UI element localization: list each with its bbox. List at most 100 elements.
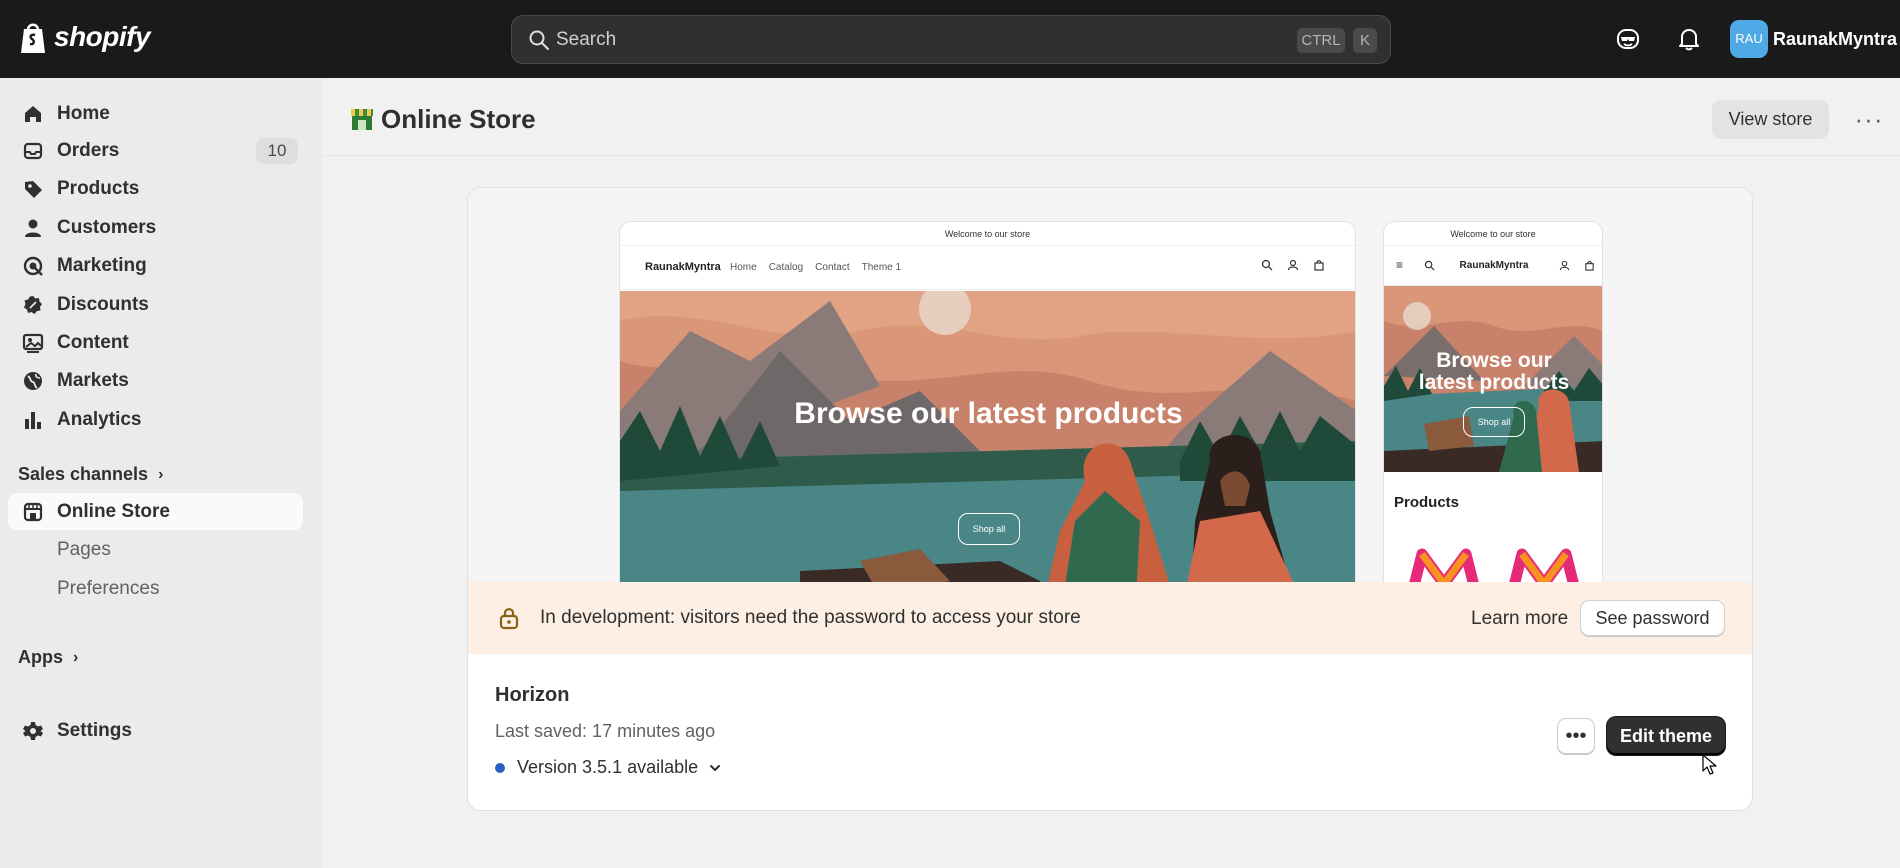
password-banner: In development: visitors need the passwo… <box>468 582 1752 654</box>
see-password-button[interactable]: See password <box>1580 600 1725 636</box>
edit-theme-button[interactable]: Edit theme <box>1607 717 1725 755</box>
sidebar-item-label: Markets <box>57 369 129 391</box>
more-actions-button[interactable]: ··· <box>1849 100 1889 139</box>
sidebar-item-settings[interactable]: Settings <box>8 712 303 749</box>
chevron-right-icon: › <box>73 648 79 666</box>
theme-preview[interactable]: Welcome to our store RaunakMyntra Home C… <box>468 188 1752 582</box>
discount-icon <box>24 296 42 314</box>
search-placeholder: Search <box>556 29 617 50</box>
store-icon <box>23 502 43 522</box>
sidebar-item-label: Marketing <box>57 254 147 276</box>
shop-all-button: Shop all <box>958 513 1020 545</box>
sidebar-item-markets[interactable]: Markets <box>8 362 303 399</box>
shortcut-k-key: K <box>1353 28 1377 53</box>
cart-icon <box>1585 261 1594 271</box>
mobile-products-heading: Products <box>1394 494 1460 511</box>
apps-header[interactable]: Apps › <box>18 647 78 668</box>
mobile-preview: Welcome to our store ≡ RaunakMyntra Brow… <box>1383 221 1603 582</box>
globe-icon <box>24 372 42 390</box>
announcement-bar: Welcome to our store <box>620 222 1355 246</box>
theme-card: Welcome to our store RaunakMyntra Home C… <box>467 187 1753 811</box>
online-store-icon <box>351 109 373 130</box>
page-title: Online Store <box>381 104 536 134</box>
mobile-preview-header: ≡ RaunakMyntra <box>1384 246 1602 286</box>
search-bar[interactable]: Search CTRL K <box>511 15 1391 64</box>
avatar[interactable]: RAU <box>1730 20 1768 58</box>
logo-text: shopify <box>54 21 151 52</box>
cart-icon <box>1314 260 1324 271</box>
mouse-cursor-icon <box>1702 754 1717 775</box>
preview-nav-links: Home Catalog Contact Theme 1 <box>730 262 901 273</box>
chevron-down-icon <box>710 764 721 771</box>
preview-brand: RaunakMyntra <box>645 261 721 273</box>
desktop-preview: Welcome to our store RaunakMyntra Home C… <box>619 221 1356 582</box>
sidebar-item-online-store[interactable]: Online Store <box>8 493 303 530</box>
sidebar: Home Orders 10 Products Customers Market… <box>0 78 322 868</box>
view-store-button[interactable]: View store <box>1712 100 1829 139</box>
tag-icon <box>25 181 42 198</box>
preview-brand: RaunakMyntra <box>1459 260 1529 271</box>
version-dropdown[interactable]: Version 3.5.1 available <box>495 757 722 778</box>
myntra-logo-icon <box>1509 548 1579 582</box>
chevron-right-icon: › <box>158 465 164 483</box>
orders-icon <box>23 142 43 160</box>
sidebar-item-orders[interactable]: Orders 10 <box>8 132 303 169</box>
sidebar-item-content[interactable]: Content <box>8 324 303 361</box>
hero-title: Browse our latest products <box>794 397 1183 430</box>
preview-nav-link: Contact <box>815 262 850 273</box>
account-name[interactable]: RaunakMyntra <box>1773 29 1897 50</box>
bar-chart-icon <box>25 412 41 429</box>
search-icon <box>529 30 549 50</box>
sidebar-subitem-pages[interactable]: Pages <box>57 539 111 561</box>
top-bar: shopify Search CTRL K RAU RaunakMyntra <box>0 0 1900 78</box>
orders-count-badge: 10 <box>256 138 298 164</box>
sidebar-item-products[interactable]: Products <box>8 170 303 207</box>
banner-message: In development: visitors need the passwo… <box>540 607 1081 628</box>
sidebar-item-label: Home <box>57 102 110 124</box>
sidebar-item-label: Online Store <box>57 500 170 522</box>
theme-actions-button[interactable]: ••• <box>1557 718 1595 754</box>
sidebar-item-label: Orders <box>57 139 120 161</box>
preview-nav-link: Theme 1 <box>861 262 902 273</box>
account-icon <box>1559 260 1570 271</box>
preview-nav-link: Home <box>730 262 757 273</box>
mobile-hero-title: Browse our latest products <box>1384 349 1602 394</box>
account-icon <box>1287 259 1299 271</box>
apps-label: Apps <box>18 647 63 667</box>
sales-channels-header[interactable]: Sales channels › <box>18 464 163 485</box>
announcement-bar: Welcome to our store <box>1384 222 1602 246</box>
preview-header-icons <box>1261 259 1325 271</box>
version-label: Version 3.5.1 available <box>517 757 699 777</box>
sidebar-item-home[interactable]: Home <box>8 95 303 132</box>
sidebar-subitem-preferences[interactable]: Preferences <box>57 578 159 600</box>
last-saved-text: Last saved: 17 minutes ago <box>495 721 716 741</box>
bell-icon[interactable] <box>1676 26 1702 52</box>
mobile-hero-title-line: Browse our <box>1436 349 1552 372</box>
target-icon <box>23 256 43 276</box>
sidebar-item-customers[interactable]: Customers <box>8 209 303 246</box>
sidebar-item-label: Products <box>57 177 140 199</box>
page-header: Online Store View store ··· <box>322 78 1900 156</box>
mobile-hero-title-line: latest products <box>1418 371 1570 394</box>
sidebar-item-label: Settings <box>57 719 132 741</box>
shopify-logo[interactable]: shopify <box>18 20 151 54</box>
theme-name: Horizon <box>495 684 570 706</box>
sidebar-item-discounts[interactable]: Discounts <box>8 286 303 323</box>
image-icon <box>22 333 44 353</box>
status-dot <box>495 762 505 773</box>
sidebar-item-label: Customers <box>57 216 157 238</box>
shortcut-ctrl-key: CTRL <box>1297 28 1345 53</box>
home-icon <box>25 106 41 122</box>
preview-nav-link: Catalog <box>768 262 804 273</box>
myntra-logo-icon <box>1409 548 1479 582</box>
learn-more-link[interactable]: Learn more <box>1471 608 1568 630</box>
person-icon <box>25 219 41 237</box>
shop-all-button: Shop all <box>1463 407 1525 437</box>
search-icon <box>1261 259 1273 271</box>
sidebar-item-analytics[interactable]: Analytics <box>8 401 303 438</box>
sidebar-item-label: Content <box>57 331 129 353</box>
lock-icon <box>499 608 519 630</box>
sidebar-item-label: Analytics <box>57 408 142 430</box>
sidekick-icon[interactable] <box>1615 26 1641 52</box>
sidebar-item-marketing[interactable]: Marketing <box>8 247 303 284</box>
